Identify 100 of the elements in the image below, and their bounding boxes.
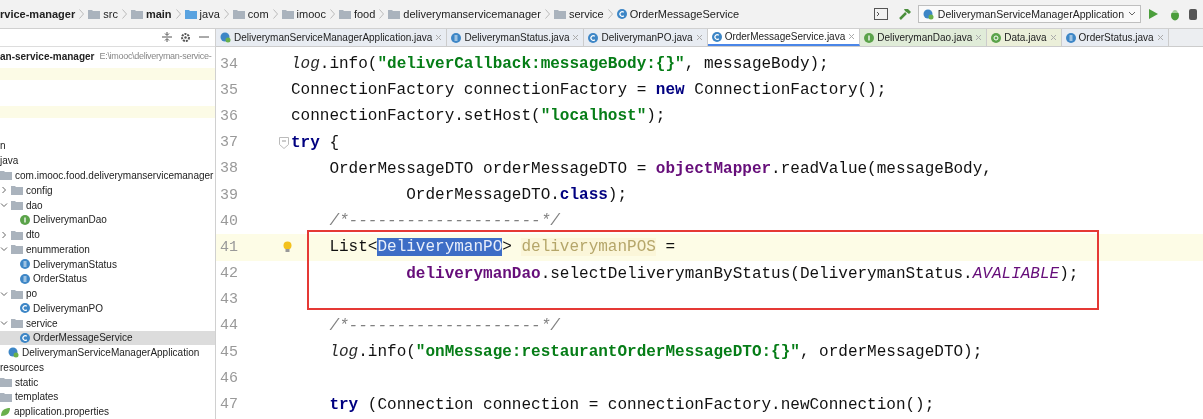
line-number: 36 [219,107,238,125]
breadcrumb-item[interactable]: OrderMessageService [616,8,740,20]
tree-item[interactable]: config [0,182,215,198]
chevron-right-icon [121,9,127,19]
folder-icon [388,9,401,19]
play-icon[interactable] [1147,8,1159,20]
chevron-right-icon [544,9,550,19]
chevron-right-icon [607,9,613,19]
folder-icon [11,229,23,240]
breadcrumb-item[interactable]: deliverymanservicemanager [388,8,541,20]
close-icon[interactable] [1156,34,1164,41]
tree-item[interactable]: dao [0,197,215,213]
folder-icon [11,185,23,196]
code-line: /*--------------------*/ [328,212,560,231]
editor-tab[interactable]: DeliverymanPO.java [584,29,708,46]
class-icon [20,303,30,314]
close-icon[interactable] [1049,34,1057,41]
chevron-right-icon [272,9,278,19]
breadcrumb-item[interactable]: imooc [281,8,326,20]
fold-marker-icon[interactable] [279,136,289,149]
tree-item[interactable]: OrderStatus [0,271,215,287]
tree-item[interactable]: templates [0,389,215,405]
tree-item[interactable]: application.properties [0,404,215,419]
editor-tab[interactable]: Data.java [987,29,1062,46]
close-icon[interactable] [975,34,983,41]
line-number: 38 [219,160,238,178]
folder-icon [11,244,23,255]
class-icon [616,9,627,19]
breadcrumb-item[interactable]: java [184,8,220,20]
breadcrumb-item[interactable]: main [130,8,172,20]
line-number: 43 [219,291,238,309]
close-icon[interactable] [848,33,856,40]
tree-item[interactable]: po [0,286,215,301]
line-number: 41 [219,238,238,256]
editor-tab[interactable]: OrderStatus.java [1061,29,1169,46]
line-number: 35 [219,81,238,99]
code-line: /*--------------------*/ [328,316,560,335]
line-number: 40 [219,212,238,230]
tree-item[interactable]: resources [0,360,215,375]
tree-item[interactable]: com.imooc.food.deliverymanservicemanager [0,168,215,183]
chevron-right-icon [79,9,85,19]
class-icon [20,332,30,343]
hammer-icon[interactable] [897,7,912,21]
collapse-all-icon[interactable] [162,32,172,43]
chevron-right-icon [379,9,385,19]
tree-item[interactable]: DeliverymanDao [0,212,215,228]
project-name[interactable]: an-service-manager [0,50,95,62]
code-line: deliverymanDao.selectDeliverymanByStatus(DeliverymanStatus.AVALIABLE); [405,264,1079,283]
tree-item[interactable]: static [0,374,215,390]
tree-item[interactable]: OrderMessageService [0,330,215,346]
close-icon[interactable] [435,34,443,41]
breadcrumb-item[interactable]: food [338,8,376,20]
run-configuration-dropdown[interactable]: DeliverymanServiceManagerApplication [917,5,1141,23]
line-number: 44 [219,317,238,335]
coverage-icon[interactable] [1189,7,1197,21]
close-icon[interactable] [695,34,703,41]
tree-item[interactable]: n [0,138,215,154]
class-icon [588,32,599,43]
lightbulb-icon[interactable] [283,241,292,254]
settings-icon[interactable] [180,31,191,43]
breadcrumb-item[interactable]: rvice-manager [0,8,76,20]
tree-item[interactable]: java [0,153,215,169]
spring-class-icon [220,32,231,43]
tree-item[interactable]: service [0,315,215,331]
line-number: 37 [219,134,238,152]
folder-icon [184,9,197,19]
close-icon[interactable] [572,34,580,41]
code-line: List<DeliverymanPO> deliverymanPOS = [328,238,676,257]
code-line: ConnectionFactory connectionFactory = new ConnectionFactory(); [291,81,887,100]
folder-icon [553,9,566,19]
code-line: try { [291,133,339,152]
tree-item[interactable]: dto [0,227,215,242]
folder-icon [11,288,23,299]
folder-icon [232,9,245,19]
code-line: OrderMessageDTO.class); [405,186,628,205]
folder-icon [0,377,12,388]
breadcrumb-item[interactable]: src [88,8,118,20]
tree-item[interactable]: DeliverymanServiceManagerApplication [0,345,215,361]
folder-icon [281,9,294,19]
breadcrumb-item[interactable]: com [232,8,269,20]
folder-icon [88,9,101,19]
line-number: 39 [219,186,238,204]
breadcrumb-item[interactable]: service [553,8,604,20]
editor-tab[interactable]: DeliverymanStatus.java [447,29,585,46]
editor-tab[interactable]: DeliverymanDao.java [860,29,988,46]
folder-icon [0,391,12,402]
folder-icon [338,9,351,19]
editor-tab[interactable]: OrderMessageService.java [707,29,861,46]
editor-tab[interactable]: DeliverymanServiceManagerApplication.java [216,29,448,46]
chevron-down-icon [1128,11,1136,17]
tree-item[interactable]: enummeration [0,241,215,257]
annotation-icon [991,32,1002,43]
terminal-icon[interactable] [873,8,888,20]
enum-icon [451,32,462,43]
tree-item[interactable]: DeliverymanPO [0,301,215,316]
line-number: 34 [219,55,238,73]
line-number: 45 [219,343,238,361]
tree-item[interactable]: DeliverymanStatus [0,256,215,272]
code-line: OrderMessageDTO orderMessageDTO = objectMapper.readValue(messageBody, [328,159,992,178]
enum-icon [1065,32,1076,43]
